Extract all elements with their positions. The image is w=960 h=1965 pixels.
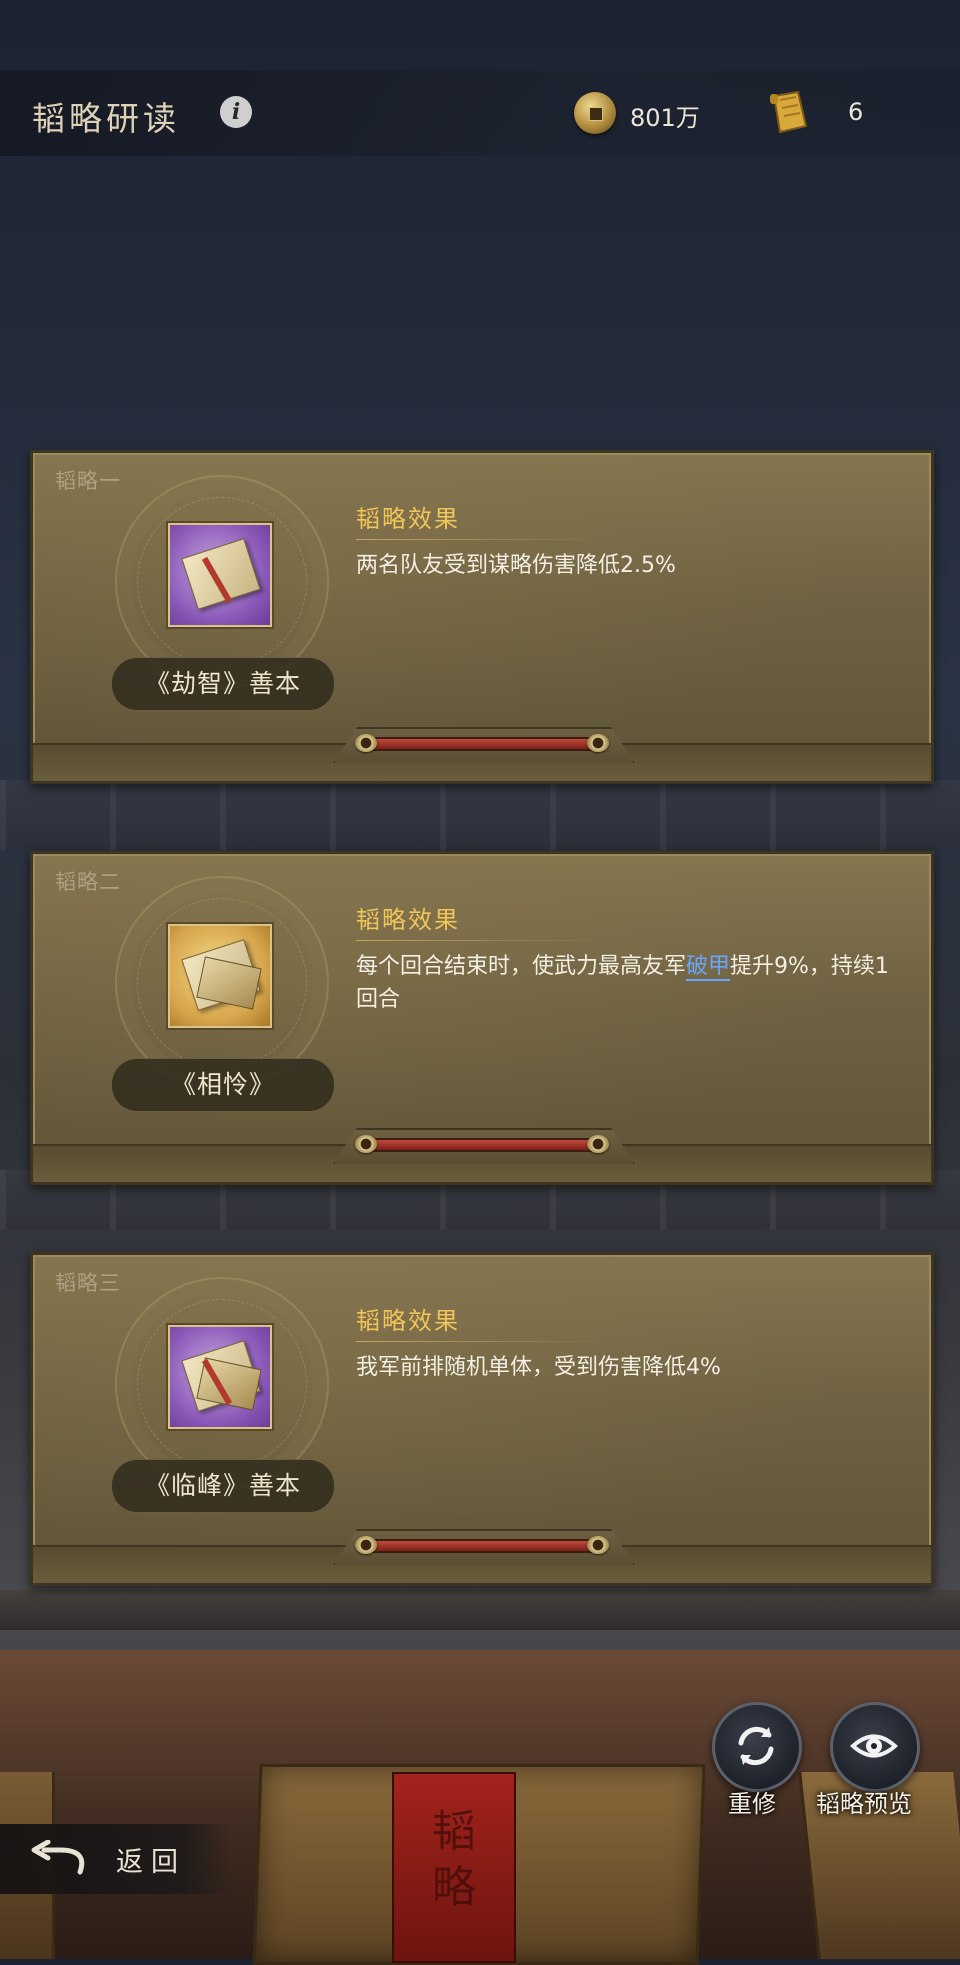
rail-slider-track (361, 1541, 603, 1551)
scroll-icon (770, 90, 808, 134)
strategy-card-2[interactable]: 韬略二 《相怜》 韬略效果 每个回合结束时，使武力最高友军破甲提升9%，持续1回… (30, 851, 934, 1185)
strategy-book-name: 《临峰》善本 (111, 1459, 335, 1513)
card-slot-label: 韬略三 (55, 1271, 121, 1295)
book-image (181, 538, 261, 610)
card-rail (33, 1128, 931, 1182)
top-bar: 韬略研读 i 801万 6 (0, 70, 960, 156)
rebuild-label: 重修 (728, 1790, 776, 1818)
back-label: 返回 (116, 1847, 186, 1878)
keyword-link[interactable]: 破甲 (686, 954, 731, 981)
strategy-book-name: 《相怜》 (111, 1058, 335, 1112)
book-box-label-text: 韬略 (432, 1806, 476, 1913)
strategy-card-1[interactable]: 韬略一 《劫智》善本 韬略效果 两名队友受到谋略伤害降低2.5% (30, 450, 934, 784)
card-slot-label: 韬略二 (55, 870, 121, 894)
rail-knob-left (355, 1135, 377, 1153)
strategy-book-icon[interactable] (168, 1325, 272, 1429)
back-button[interactable]: 返回 (0, 1824, 232, 1894)
coin-icon (574, 92, 616, 134)
background-shelf (0, 1590, 960, 1630)
scroll-count: 6 (848, 98, 864, 126)
divider (356, 940, 606, 941)
divider (356, 539, 606, 540)
page-title: 韬略研读 (32, 99, 180, 138)
book-box-label: 韬略 (392, 1772, 516, 1963)
effect-text: 两名队友受到谋略伤害降低2.5% (356, 553, 676, 578)
rail-knob-left (355, 1536, 377, 1554)
strategy-card-3[interactable]: 韬略三 《临峰》善本 韬略效果 我军前排随机单体，受到伤害降低4% (30, 1252, 934, 1586)
rail-slider-track (361, 1140, 603, 1150)
rail-knob-right (587, 734, 609, 752)
strategy-book-icon[interactable] (168, 523, 272, 627)
preview-label: 韬略预览 (816, 1790, 912, 1818)
effect-title: 韬略效果 (356, 906, 460, 934)
refresh-icon (738, 1726, 774, 1766)
rebuild-button[interactable] (712, 1702, 802, 1792)
effect-text: 我军前排随机单体，受到伤害降低4% (356, 1355, 721, 1380)
effect-description: 每个回合结束时，使武力最高友军破甲提升9%，持续1回合 (356, 950, 896, 1016)
effect-title: 韬略效果 (356, 1307, 460, 1335)
divider (356, 1341, 606, 1342)
info-icon[interactable]: i (220, 96, 252, 128)
back-arrow-icon (31, 1840, 85, 1875)
rail-knob-right (587, 1536, 609, 1554)
effect-description: 两名队友受到谋略伤害降低2.5% (356, 549, 896, 582)
card-rail (33, 727, 931, 781)
card-rail (33, 1529, 931, 1583)
effect-description: 我军前排随机单体，受到伤害降低4% (356, 1351, 896, 1384)
rail-knob-right (587, 1135, 609, 1153)
coin-count: 801万 (630, 104, 700, 132)
rail-slider-track (361, 739, 603, 749)
eye-icon (850, 1734, 898, 1758)
effect-text: 每个回合结束时，使武力最高友军 (356, 954, 687, 979)
effect-title: 韬略效果 (356, 505, 460, 533)
preview-button[interactable] (830, 1702, 920, 1792)
strategy-book-name: 《劫智》善本 (111, 657, 335, 711)
background-shelf (0, 780, 960, 850)
strategy-book-icon[interactable] (168, 924, 272, 1028)
rail-knob-left (355, 734, 377, 752)
card-slot-label: 韬略一 (55, 469, 121, 493)
